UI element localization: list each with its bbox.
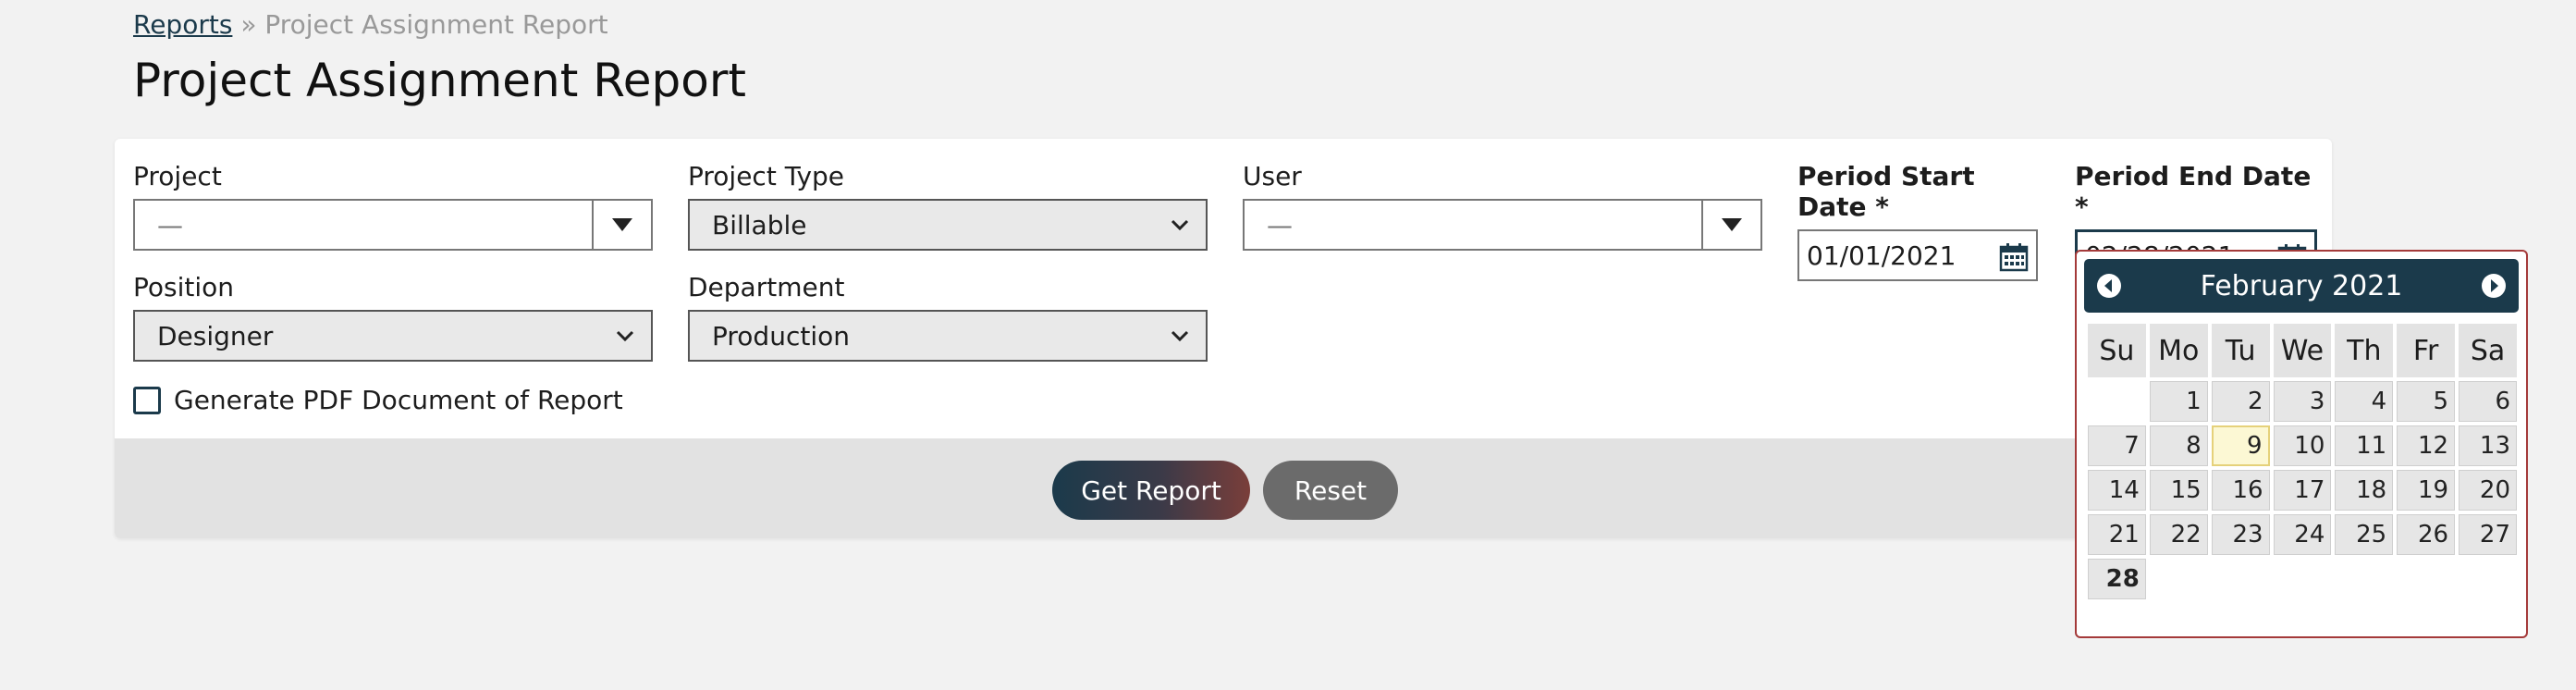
calendar-day[interactable]: 12	[2397, 425, 2456, 466]
calendar-day[interactable]: 16	[2211, 470, 2270, 511]
calendar-week-row: 123456	[2088, 381, 2517, 422]
calendar-empty-cell	[2335, 559, 2393, 599]
department-label: Department	[688, 272, 845, 302]
caret-down-icon	[612, 218, 632, 231]
department-field: Department Production	[688, 272, 1208, 362]
project-type-field: Project Type Billable	[688, 161, 1208, 251]
calendar-day[interactable]: 6	[2459, 381, 2517, 422]
calendar-empty-cell	[2397, 559, 2455, 599]
calendar-day[interactable]: 14	[2088, 470, 2146, 511]
position-select[interactable]: Designer	[133, 310, 653, 362]
generate-pdf-option[interactable]: Generate PDF Document of Report	[133, 385, 623, 415]
reset-button[interactable]: Reset	[1263, 461, 1398, 520]
calendar-day[interactable]: 19	[2397, 470, 2456, 511]
calendar-day[interactable]: 5	[2397, 381, 2456, 422]
prev-month-icon[interactable]	[2095, 272, 2123, 300]
generate-pdf-checkbox[interactable]	[133, 386, 161, 414]
project-label: Project	[133, 161, 222, 191]
caret-down-icon	[1722, 218, 1742, 231]
calendar-empty-cell	[2150, 559, 2208, 599]
calendar-week-row: 21 22 23 24 25 26 27	[2088, 514, 2517, 555]
get-report-button[interactable]: Get Report	[1052, 461, 1250, 520]
project-type-select[interactable]: Billable	[688, 199, 1208, 251]
project-type-label: Project Type	[688, 161, 845, 191]
calendar-week-row: 28	[2088, 559, 2517, 599]
position-field: Position Designer	[133, 272, 653, 362]
user-label: User	[1243, 161, 1302, 191]
project-combobox[interactable]: —	[133, 199, 653, 251]
calendar-day[interactable]: 9	[2211, 425, 2270, 466]
period-start-label: Period Start Date *	[1797, 161, 1975, 222]
calendar-day[interactable]: 7	[2088, 425, 2146, 466]
project-type-value: Billable	[712, 209, 807, 240]
calendar-day[interactable]: 22	[2149, 514, 2208, 555]
calendar-day[interactable]: 25	[2335, 514, 2394, 555]
weekday-header: Mo	[2149, 324, 2208, 377]
chevron-down-icon	[1171, 330, 1189, 342]
user-combobox[interactable]: —	[1243, 199, 1762, 251]
breadcrumb-current: Project Assignment Report	[264, 9, 608, 40]
weekday-header: Sa	[2459, 324, 2517, 377]
calendar-week-row: 7 8 9 10 11 12 13	[2088, 425, 2517, 466]
breadcrumb-separator: »	[240, 9, 257, 40]
calendar-day[interactable]: 23	[2211, 514, 2270, 555]
position-value: Designer	[157, 320, 274, 351]
period-start-field: Period Start Date * 01/01/2021	[1797, 161, 2038, 281]
calendar-day[interactable]: 15	[2149, 470, 2208, 511]
calendar-day[interactable]: 24	[2273, 514, 2332, 555]
position-label: Position	[133, 272, 235, 302]
calendar-week-row: 14 15 16 17 18 19 20	[2088, 470, 2517, 511]
user-value: —	[1267, 209, 1293, 240]
calendar-icon[interactable]	[1999, 242, 2029, 272]
calendar-empty-cell	[2212, 559, 2270, 599]
department-value: Production	[712, 320, 850, 351]
breadcrumb-reports-link[interactable]: Reports	[133, 9, 232, 40]
datepicker-popup: February 2021 Su Mo Tu We Th Fr Sa 1 2 3 4 5 6 7 8 9 10…	[2075, 250, 2528, 638]
calendar-day[interactable]: 2	[2211, 381, 2270, 422]
datepicker-header: February 2021	[2084, 259, 2519, 313]
calendar-day[interactable]: 27	[2459, 514, 2517, 555]
calendar-day[interactable]: 1	[2149, 381, 2208, 422]
weekday-header: Su	[2088, 324, 2146, 377]
calendar-body: 1 2 3 4 5 6 7 8 9 10 11 12 13 14 15 16 17 18 19 20 21 22 23 24 2…	[2088, 381, 2517, 599]
weekday-header: Fr	[2397, 324, 2456, 377]
project-dropdown-toggle[interactable]	[592, 201, 651, 249]
generate-pdf-label: Generate PDF Document of Report	[174, 385, 623, 415]
calendar-day[interactable]: 21	[2088, 514, 2146, 555]
calendar-empty-cell	[2459, 559, 2517, 599]
user-field: User —	[1243, 161, 1762, 251]
project-field: Project —	[133, 161, 653, 251]
calendar-day[interactable]: 28	[2088, 559, 2146, 599]
breadcrumb: Reports » Project Assignment Report	[133, 9, 608, 40]
period-start-input[interactable]: 01/01/2021	[1797, 229, 2038, 281]
report-filter-card: Project — Project Type Billable User — P…	[115, 139, 2332, 538]
department-select[interactable]: Production	[688, 310, 1208, 362]
calendar-day[interactable]: 8	[2149, 425, 2208, 466]
weekday-header: Th	[2335, 324, 2394, 377]
calendar-day[interactable]: 10	[2273, 425, 2332, 466]
weekday-header-row: Su Mo Tu We Th Fr Sa	[2088, 324, 2517, 377]
calendar-day[interactable]: 18	[2335, 470, 2394, 511]
calendar-day[interactable]: 17	[2273, 470, 2332, 511]
chevron-down-icon	[616, 330, 634, 342]
next-month-icon[interactable]	[2480, 272, 2508, 300]
datepicker-calendar: Su Mo Tu We Th Fr Sa 1 2 3 4 5 6 7 8 9 10 11 12 13 14 15 16 17…	[2084, 320, 2521, 603]
page-title: Project Assignment Report	[133, 54, 746, 107]
user-dropdown-toggle[interactable]	[1701, 201, 1760, 249]
calendar-day[interactable]: 11	[2335, 425, 2394, 466]
calendar-day[interactable]: 13	[2459, 425, 2517, 466]
calendar-day[interactable]: 3	[2273, 381, 2332, 422]
calendar-day[interactable]: 20	[2459, 470, 2517, 511]
datepicker-month-title: February 2021	[2200, 269, 2403, 302]
weekday-header: Tu	[2211, 324, 2270, 377]
calendar-day[interactable]: 26	[2397, 514, 2456, 555]
weekday-header: We	[2273, 324, 2332, 377]
period-start-value: 01/01/2021	[1807, 240, 1957, 271]
calendar-day[interactable]: 4	[2335, 381, 2394, 422]
calendar-empty-cell	[2274, 559, 2332, 599]
calendar-empty-cell	[2088, 381, 2146, 422]
project-value: —	[157, 209, 183, 240]
chevron-down-icon	[1171, 219, 1189, 231]
period-end-label: Period End Date *	[2075, 161, 2312, 222]
